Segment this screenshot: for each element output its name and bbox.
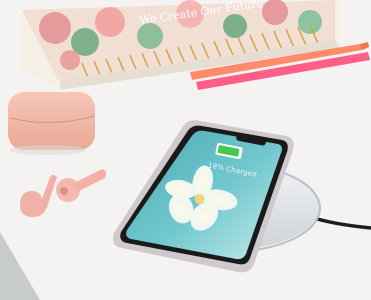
earbuds-case [8,92,95,155]
product-photo: We Create Our Future 18% Charged [0,0,371,300]
